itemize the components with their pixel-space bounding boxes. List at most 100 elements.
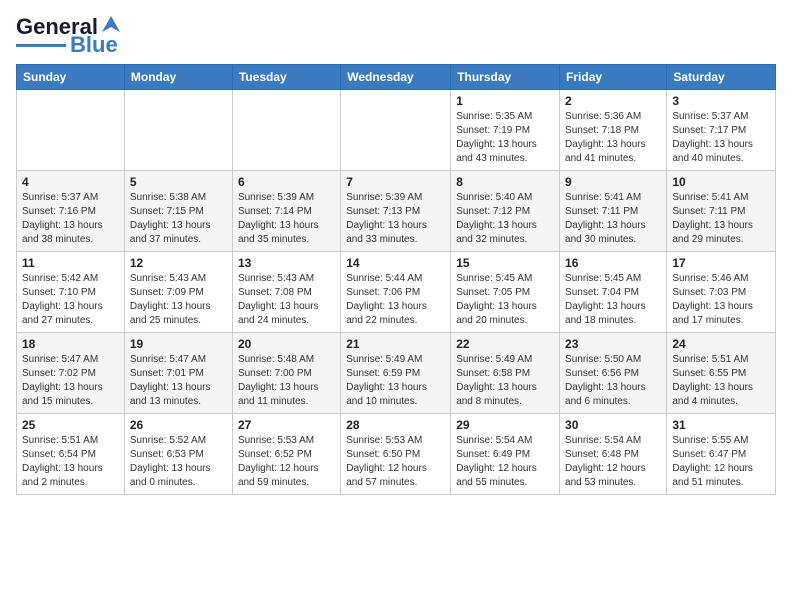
- day-number: 13: [238, 256, 335, 270]
- day-info: Sunrise: 5:41 AM Sunset: 7:11 PM Dayligh…: [672, 191, 770, 247]
- calendar-cell: 14 Sunrise: 5:44 AM Sunset: 7:06 PM Dayli…: [341, 252, 451, 333]
- calendar-week-3: 11 Sunrise: 5:42 AM Sunset: 7:10 PM Dayli…: [17, 252, 776, 333]
- page-header: General Blue: [16, 16, 776, 56]
- calendar-cell: 1Sunrise: 5:35 AM Sunset: 7:19 PM Daylig…: [451, 90, 560, 171]
- day-info: Sunrise: 5:39 AM Sunset: 7:14 PM Dayligh…: [238, 191, 335, 247]
- calendar-cell: [124, 90, 232, 171]
- logo-line: [16, 44, 66, 47]
- weekday-header-friday: Friday: [560, 65, 667, 90]
- calendar-table: SundayMondayTuesdayWednesdayThursdayFrid…: [16, 64, 776, 495]
- day-number: 31: [672, 418, 770, 432]
- calendar-cell: 27 Sunrise: 5:53 AM Sunset: 6:52 PM Dayli…: [232, 414, 340, 495]
- day-info: Sunrise: 5:37 AM Sunset: 7:17 PM Dayligh…: [672, 110, 770, 166]
- day-number: 30: [565, 418, 661, 432]
- day-number: 24: [672, 337, 770, 351]
- day-info: Sunrise: 5:49 AM Sunset: 6:59 PM Dayligh…: [346, 353, 445, 409]
- day-info: Sunrise: 5:37 AM Sunset: 7:16 PM Dayligh…: [22, 191, 119, 247]
- weekday-header-wednesday: Wednesday: [341, 65, 451, 90]
- day-number: 11: [22, 256, 119, 270]
- calendar-cell: 13 Sunrise: 5:43 AM Sunset: 7:08 PM Dayli…: [232, 252, 340, 333]
- calendar-cell: 29Sunrise: 5:54 AM Sunset: 6:49 PM Dayli…: [451, 414, 560, 495]
- day-info: Sunrise: 5:55 AM Sunset: 6:47 PM Dayligh…: [672, 434, 770, 490]
- calendar-cell: [17, 90, 125, 171]
- day-info: Sunrise: 5:41 AM Sunset: 7:11 PM Dayligh…: [565, 191, 661, 247]
- day-number: 21: [346, 337, 445, 351]
- calendar-cell: 15 Sunrise: 5:45 AM Sunset: 7:05 PM Dayli…: [451, 252, 560, 333]
- calendar-cell: 5Sunrise: 5:38 AM Sunset: 7:15 PM Daylig…: [124, 171, 232, 252]
- day-info: Sunrise: 5:51 AM Sunset: 6:54 PM Dayligh…: [22, 434, 119, 490]
- day-info: Sunrise: 5:35 AM Sunset: 7:19 PM Dayligh…: [456, 110, 554, 166]
- day-info: Sunrise: 5:39 AM Sunset: 7:13 PM Dayligh…: [346, 191, 445, 247]
- day-number: 25: [22, 418, 119, 432]
- calendar-cell: 21 Sunrise: 5:49 AM Sunset: 6:59 PM Dayli…: [341, 333, 451, 414]
- day-info: Sunrise: 5:42 AM Sunset: 7:10 PM Dayligh…: [22, 272, 119, 328]
- day-number: 6: [238, 175, 335, 189]
- day-number: 2: [565, 94, 661, 108]
- day-number: 28: [346, 418, 445, 432]
- day-info: Sunrise: 5:53 AM Sunset: 6:52 PM Dayligh…: [238, 434, 335, 490]
- day-number: 4: [22, 175, 119, 189]
- day-number: 8: [456, 175, 554, 189]
- day-info: Sunrise: 5:46 AM Sunset: 7:03 PM Dayligh…: [672, 272, 770, 328]
- calendar-cell: 6 Sunrise: 5:39 AM Sunset: 7:14 PM Daylig…: [232, 171, 340, 252]
- day-info: Sunrise: 5:53 AM Sunset: 6:50 PM Dayligh…: [346, 434, 445, 490]
- calendar-cell: 10 Sunrise: 5:41 AM Sunset: 7:11 PM Dayli…: [667, 171, 776, 252]
- day-info: Sunrise: 5:43 AM Sunset: 7:08 PM Dayligh…: [238, 272, 335, 328]
- day-number: 22: [456, 337, 554, 351]
- calendar-cell: 30 Sunrise: 5:54 AM Sunset: 6:48 PM Dayli…: [560, 414, 667, 495]
- day-info: Sunrise: 5:52 AM Sunset: 6:53 PM Dayligh…: [130, 434, 227, 490]
- day-info: Sunrise: 5:51 AM Sunset: 6:55 PM Dayligh…: [672, 353, 770, 409]
- day-info: Sunrise: 5:38 AM Sunset: 7:15 PM Dayligh…: [130, 191, 227, 247]
- day-number: 20: [238, 337, 335, 351]
- calendar-cell: 24 Sunrise: 5:51 AM Sunset: 6:55 PM Dayli…: [667, 333, 776, 414]
- day-info: Sunrise: 5:45 AM Sunset: 7:04 PM Dayligh…: [565, 272, 661, 328]
- day-number: 18: [22, 337, 119, 351]
- day-number: 3: [672, 94, 770, 108]
- weekday-header-thursday: Thursday: [451, 65, 560, 90]
- day-number: 17: [672, 256, 770, 270]
- calendar-header-row: SundayMondayTuesdayWednesdayThursdayFrid…: [17, 65, 776, 90]
- day-info: Sunrise: 5:54 AM Sunset: 6:48 PM Dayligh…: [565, 434, 661, 490]
- day-info: Sunrise: 5:44 AM Sunset: 7:06 PM Dayligh…: [346, 272, 445, 328]
- weekday-header-sunday: Sunday: [17, 65, 125, 90]
- calendar-cell: 19 Sunrise: 5:47 AM Sunset: 7:01 PM Dayli…: [124, 333, 232, 414]
- logo: General Blue: [16, 16, 122, 56]
- calendar-week-5: 25 Sunrise: 5:51 AM Sunset: 6:54 PM Dayli…: [17, 414, 776, 495]
- calendar-cell: [341, 90, 451, 171]
- day-number: 26: [130, 418, 227, 432]
- weekday-header-monday: Monday: [124, 65, 232, 90]
- calendar-cell: 25 Sunrise: 5:51 AM Sunset: 6:54 PM Dayli…: [17, 414, 125, 495]
- day-number: 16: [565, 256, 661, 270]
- calendar-cell: 3 Sunrise: 5:37 AM Sunset: 7:17 PM Daylig…: [667, 90, 776, 171]
- day-info: Sunrise: 5:40 AM Sunset: 7:12 PM Dayligh…: [456, 191, 554, 247]
- day-number: 15: [456, 256, 554, 270]
- day-number: 19: [130, 337, 227, 351]
- day-info: Sunrise: 5:47 AM Sunset: 7:02 PM Dayligh…: [22, 353, 119, 409]
- calendar-cell: 26 Sunrise: 5:52 AM Sunset: 6:53 PM Dayli…: [124, 414, 232, 495]
- calendar-cell: 8 Sunrise: 5:40 AM Sunset: 7:12 PM Daylig…: [451, 171, 560, 252]
- calendar-cell: 18 Sunrise: 5:47 AM Sunset: 7:02 PM Dayli…: [17, 333, 125, 414]
- day-info: Sunrise: 5:48 AM Sunset: 7:00 PM Dayligh…: [238, 353, 335, 409]
- day-number: 7: [346, 175, 445, 189]
- day-info: Sunrise: 5:47 AM Sunset: 7:01 PM Dayligh…: [130, 353, 227, 409]
- day-info: Sunrise: 5:36 AM Sunset: 7:18 PM Dayligh…: [565, 110, 661, 166]
- day-number: 14: [346, 256, 445, 270]
- calendar-cell: 22 Sunrise: 5:49 AM Sunset: 6:58 PM Dayli…: [451, 333, 560, 414]
- calendar-cell: [232, 90, 340, 171]
- calendar-cell: 16 Sunrise: 5:45 AM Sunset: 7:04 PM Dayli…: [560, 252, 667, 333]
- calendar-cell: 9Sunrise: 5:41 AM Sunset: 7:11 PM Daylig…: [560, 171, 667, 252]
- day-info: Sunrise: 5:43 AM Sunset: 7:09 PM Dayligh…: [130, 272, 227, 328]
- day-number: 27: [238, 418, 335, 432]
- calendar-week-2: 4 Sunrise: 5:37 AM Sunset: 7:16 PM Daylig…: [17, 171, 776, 252]
- calendar-cell: 17 Sunrise: 5:46 AM Sunset: 7:03 PM Dayli…: [667, 252, 776, 333]
- day-info: Sunrise: 5:45 AM Sunset: 7:05 PM Dayligh…: [456, 272, 554, 328]
- calendar-cell: 20 Sunrise: 5:48 AM Sunset: 7:00 PM Dayli…: [232, 333, 340, 414]
- weekday-header-saturday: Saturday: [667, 65, 776, 90]
- day-info: Sunrise: 5:49 AM Sunset: 6:58 PM Dayligh…: [456, 353, 554, 409]
- calendar-week-4: 18 Sunrise: 5:47 AM Sunset: 7:02 PM Dayli…: [17, 333, 776, 414]
- calendar-cell: 4 Sunrise: 5:37 AM Sunset: 7:16 PM Daylig…: [17, 171, 125, 252]
- calendar-cell: 2 Sunrise: 5:36 AM Sunset: 7:18 PM Daylig…: [560, 90, 667, 171]
- calendar-cell: 31 Sunrise: 5:55 AM Sunset: 6:47 PM Dayli…: [667, 414, 776, 495]
- weekday-header-tuesday: Tuesday: [232, 65, 340, 90]
- day-number: 10: [672, 175, 770, 189]
